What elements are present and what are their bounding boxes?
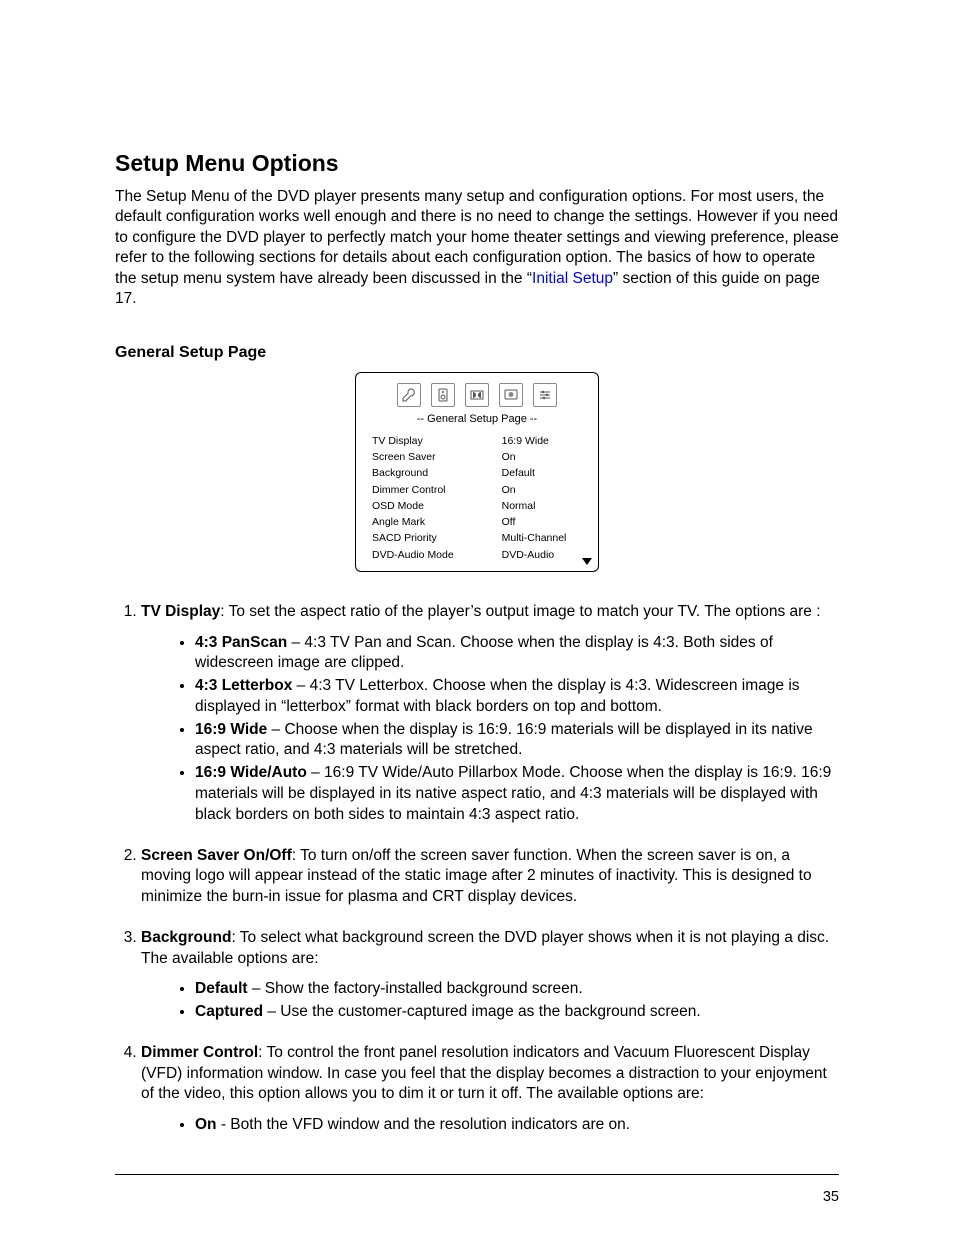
menu-label: SACD Priority [372,530,502,546]
menu-value: On [502,449,588,465]
option-lead: Dimmer Control [141,1044,258,1061]
menu-value: DVD-Audio [502,547,588,563]
document-page: Setup Menu Options The Setup Menu of the… [0,0,954,1235]
menu-row-2: BackgroundDefault [366,465,588,481]
sub-item: 4:3 PanScan – 4:3 TV Pan and Scan. Choos… [195,633,839,675]
menu-label: DVD-Audio Mode [372,547,502,563]
sub-item: 4:3 Letterbox – 4:3 TV Letterbox. Choose… [195,676,839,718]
menu-row-7: DVD-Audio ModeDVD-Audio [366,547,588,563]
option-lead: TV Display [141,603,220,620]
menu-label: TV Display [372,433,502,449]
sub-lead: 4:3 PanScan [195,634,287,651]
menu-label: OSD Mode [372,498,502,514]
option-item-1: TV Display: To set the aspect ratio of t… [141,602,839,826]
sub-lead: Captured [195,1003,263,1020]
sub-text: – Use the customer-captured image as the… [263,1003,701,1020]
sub-list: Default – Show the factory-installed bac… [141,979,839,1023]
sub-item: Default – Show the factory-installed bac… [195,979,839,1000]
intro-link[interactable]: Initial Setup [532,270,613,287]
section-heading: General Setup Page [115,344,839,362]
option-text: : To select what background screen the D… [141,929,829,967]
option-item-4: Dimmer Control: To control the front pan… [141,1043,839,1136]
sub-lead: 16:9 Wide/Auto [195,764,307,781]
menu-row-0: TV Display16:9 Wide [366,433,588,449]
sub-item: 16:9 Wide – Choose when the display is 1… [195,720,839,762]
menu-value: Multi-Channel [502,530,588,546]
menu-label: Screen Saver [372,449,502,465]
menu-value: On [502,482,588,498]
footer-rule [115,1174,839,1175]
sub-text: – Choose when the display is 16:9. 16:9 … [195,721,813,759]
sub-list: On - Both the VFD window and the resolut… [141,1115,839,1136]
menu-row-6: SACD PriorityMulti-Channel [366,530,588,546]
option-list: TV Display: To set the aspect ratio of t… [115,602,839,1136]
menu-label: Dimmer Control [372,482,502,498]
option-item-2: Screen Saver On/Off: To turn on/off the … [141,846,839,908]
sub-lead: Default [195,980,248,997]
dolby-icon [465,383,489,407]
speaker-icon [431,383,455,407]
sub-lead: 4:3 Letterbox [195,677,292,694]
sub-lead: On [195,1116,217,1133]
sub-lead: 16:9 Wide [195,721,267,738]
sub-text: - Both the VFD window and the resolution… [217,1116,631,1133]
sub-text: – Show the factory-installed background … [248,980,583,997]
setup-menu-illustration: -- General Setup Page -- TV Display16:9 … [355,372,599,572]
wrench-icon [397,383,421,407]
slider-icon [533,383,557,407]
menu-value: Off [502,514,588,530]
sub-item: Captured – Use the customer-captured ima… [195,1002,839,1023]
page-number: 35 [823,1189,839,1205]
menu-row-4: OSD ModeNormal [366,498,588,514]
sub-list: 4:3 PanScan – 4:3 TV Pan and Scan. Choos… [141,633,839,826]
sub-item: On - Both the VFD window and the resolut… [195,1115,839,1136]
intro-paragraph: The Setup Menu of the DVD player present… [115,187,839,310]
menu-row-1: Screen SaverOn [366,449,588,465]
page-heading: Setup Menu Options [115,150,839,177]
option-lead: Background [141,929,231,946]
menu-value: 16:9 Wide [502,433,588,449]
menu-value: Default [502,465,588,481]
down-arrow-icon [582,558,592,565]
menu-row-3: Dimmer ControlOn [366,482,588,498]
option-lead: Screen Saver On/Off [141,847,292,864]
display-icon [499,383,523,407]
menu-label: Angle Mark [372,514,502,530]
option-text: : To set the aspect ratio of the player’… [220,603,820,620]
option-item-3: Background: To select what background sc… [141,928,839,1023]
menu-label: Background [372,465,502,481]
menu-title: -- General Setup Page -- [366,413,588,425]
menu-value: Normal [502,498,588,514]
menu-icon-row [366,383,588,407]
menu-row-5: Angle MarkOff [366,514,588,530]
sub-item: 16:9 Wide/Auto – 16:9 TV Wide/Auto Pilla… [195,763,839,825]
